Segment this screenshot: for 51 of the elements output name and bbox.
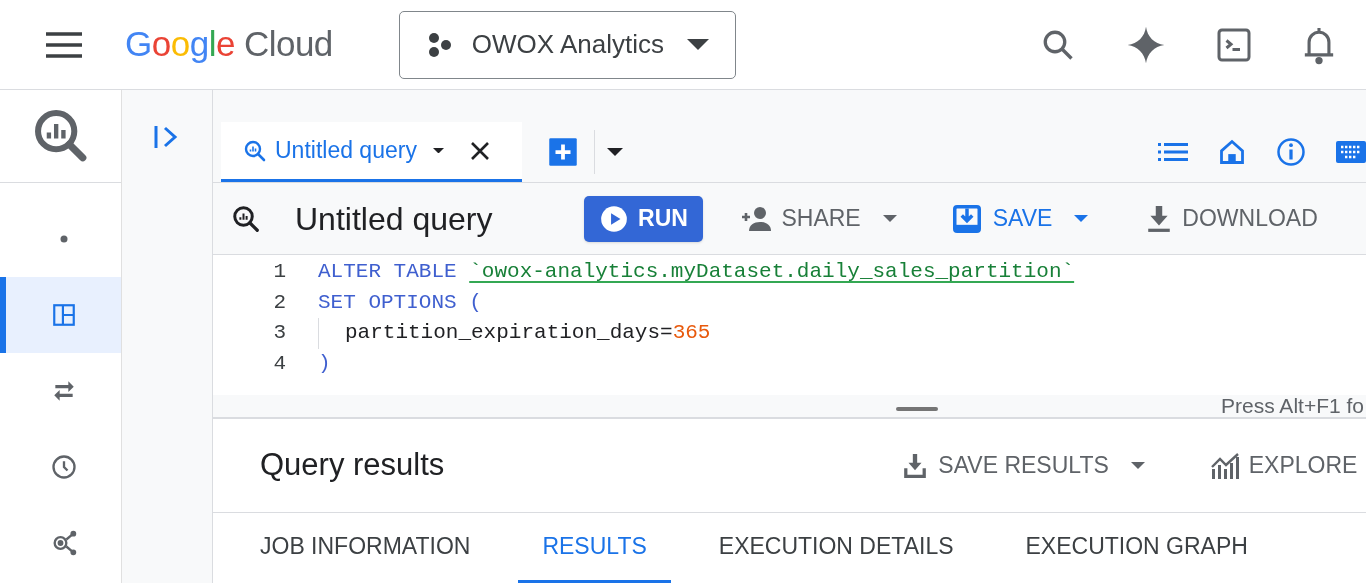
results-tab[interactable]: JOB INFORMATION xyxy=(236,513,495,583)
list-icon[interactable] xyxy=(1158,141,1188,163)
share-button[interactable]: SHARE xyxy=(741,201,897,236)
code-line: partition_expiration_days=365 xyxy=(345,320,711,346)
keyboard-hint: Press Alt+F1 fo xyxy=(1221,393,1365,420)
caret-icon xyxy=(882,215,897,222)
results-tab[interactable]: RESULTS xyxy=(518,513,671,583)
info-icon[interactable] xyxy=(1276,137,1306,167)
line-number: 4 xyxy=(272,350,286,377)
google-cloud-logo[interactable]: Google Cloud xyxy=(125,18,333,71)
line-number: 3 xyxy=(272,320,286,346)
home-icon[interactable] xyxy=(1218,138,1246,166)
results-tab[interactable]: EXECUTION DETAILS xyxy=(694,513,978,583)
results-tab[interactable]: EXECUTION GRAPH xyxy=(1001,513,1272,583)
query-tab[interactable]: Untitled query xyxy=(221,122,522,182)
line-number: 1 xyxy=(272,259,286,285)
code-line: SET OPTIONS ( xyxy=(318,289,482,316)
caret-icon xyxy=(1074,215,1089,222)
terminal-icon[interactable] xyxy=(1216,26,1252,63)
caret-icon xyxy=(686,39,709,50)
rail-item[interactable] xyxy=(0,277,121,353)
caret-icon xyxy=(607,148,623,156)
save-button[interactable]: SAVE xyxy=(952,201,1089,236)
clock-icon xyxy=(49,453,78,481)
query-title: Untitled query xyxy=(295,199,493,239)
code-line: ALTER TABLE `owox-analytics.myDataset.daily_sales_partition` xyxy=(318,259,1075,285)
project-selector[interactable]: OWOX Analytics xyxy=(398,10,736,79)
code-line: ) xyxy=(318,350,331,377)
save-results-button[interactable]: SAVE RESULTS xyxy=(902,448,1145,483)
keyboard-icon[interactable] xyxy=(1336,141,1366,163)
caret-icon xyxy=(432,147,444,154)
chart-icon xyxy=(1210,452,1239,479)
query-icon xyxy=(231,203,261,234)
dot-icon xyxy=(59,235,68,243)
run-button[interactable]: RUN xyxy=(584,195,704,242)
add-person-icon xyxy=(741,205,774,232)
explore-button[interactable]: EXPLORE xyxy=(1210,448,1358,483)
resize-handle[interactable] xyxy=(896,407,938,411)
play-icon xyxy=(600,204,628,233)
caret-icon xyxy=(1130,462,1145,469)
download-button[interactable]: DOWNLOAD xyxy=(1146,201,1318,236)
query-icon xyxy=(243,138,267,163)
save-icon xyxy=(952,204,981,233)
panels-icon xyxy=(50,302,77,328)
download-tray-icon xyxy=(902,452,929,479)
add-tab-icon[interactable] xyxy=(548,137,578,167)
results-title: Query results xyxy=(260,446,445,485)
close-icon[interactable] xyxy=(469,140,490,161)
menu-icon[interactable] xyxy=(46,31,82,58)
line-number: 2 xyxy=(272,289,286,316)
download-icon xyxy=(1146,204,1173,233)
